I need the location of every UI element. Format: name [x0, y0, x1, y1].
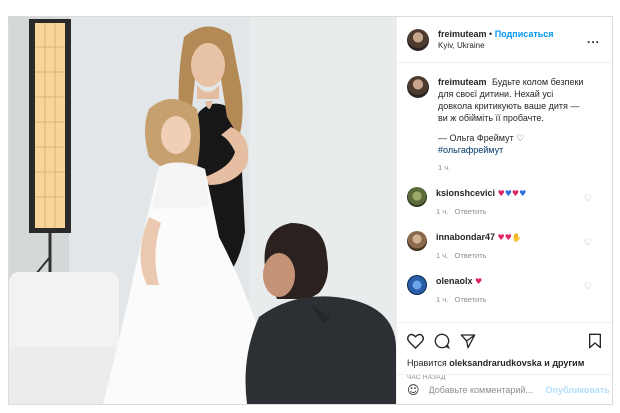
comment-like-heart-icon[interactable]: ♡: [584, 237, 592, 248]
likes-prefix: Нравится: [407, 358, 447, 368]
heart-red-icon: ♥: [497, 189, 505, 198]
bookmark-icon[interactable]: [588, 333, 602, 349]
commenter-avatar[interactable]: [407, 187, 427, 207]
heart-blue-icon: ♥: [519, 189, 527, 198]
separator-dot: •: [489, 28, 493, 39]
comment-time[interactable]: 1 ч.: [436, 295, 448, 304]
post-side-panel: freimuteam • Подписаться Kyiv, Ukraine .…: [396, 17, 612, 404]
commenter-avatar[interactable]: [407, 275, 427, 295]
add-comment-bar: ☺ Опубликовать: [397, 374, 612, 404]
comment-input[interactable]: [428, 384, 546, 395]
comment-meta: 1 ч. Ответить: [436, 206, 526, 218]
comment-item: olenaolx ♥ 1 ч. Ответить ♡: [407, 275, 602, 306]
follow-button[interactable]: Подписаться: [495, 29, 554, 39]
comment-username[interactable]: ksionshcevici: [436, 188, 495, 198]
author-avatar[interactable]: [407, 28, 429, 51]
photo-illustration: [9, 17, 396, 404]
heart-red-icon: ♥: [504, 233, 512, 242]
caption: freimuteam Будьте колом безпеки для своє…: [407, 76, 602, 174]
heart-outline-icon[interactable]: [407, 333, 424, 349]
raised-hands-icon: ✋: [511, 233, 522, 242]
header-text: freimuteam • Подписаться Kyiv, Ukraine: [438, 28, 554, 52]
heart-red-icon: ♥: [511, 189, 520, 198]
comment-item: innabondar47 ♥♥✋ 1 ч. Ответить ♡: [407, 231, 602, 262]
caption-hashtag[interactable]: #ольгафреймут: [438, 144, 588, 156]
caption-username[interactable]: freimuteam: [438, 77, 487, 87]
reply-button[interactable]: Ответить: [455, 207, 487, 216]
comment-username[interactable]: olenaolx: [436, 276, 473, 286]
comment-time[interactable]: 1 ч.: [436, 207, 448, 216]
comment-body: ksionshcevici ♥♥♥♥ 1 ч. Ответить: [436, 187, 526, 218]
comment-like-heart-icon[interactable]: ♡: [584, 193, 592, 204]
post-actions: Нравится oleksandrarudkovska и другим ЧА…: [397, 322, 612, 381]
caption-time[interactable]: 1 ч.: [438, 162, 588, 174]
publish-button[interactable]: Опубликовать: [546, 385, 610, 395]
likes-user[interactable]: oleksandrarudkovska: [449, 358, 542, 368]
comments-area[interactable]: freimuteam Будьте колом безпеки для своє…: [397, 64, 612, 322]
comment-emoji: ♥♥♥♥: [498, 189, 527, 198]
reply-button[interactable]: Ответить: [455, 251, 487, 260]
heart-blue-icon: ♥: [504, 189, 512, 198]
comment-emoji: ♥♥✋: [498, 233, 522, 242]
likes-suffix[interactable]: и другим: [544, 358, 584, 368]
comment-icon[interactable]: [434, 333, 450, 349]
likes-line: Нравится oleksandrarudkovska и другим: [407, 357, 602, 369]
caption-signature: — Ольга Фреймут ♡: [438, 133, 525, 143]
action-icon-row: [407, 331, 602, 351]
location-link[interactable]: Kyiv, Ukraine: [438, 40, 554, 52]
comment-body: innabondar47 ♥♥✋ 1 ч. Ответить: [436, 231, 522, 262]
comment-item: ksionshcevici ♥♥♥♥ 1 ч. Ответить ♡: [407, 187, 602, 218]
comment-like-heart-icon[interactable]: ♡: [584, 281, 592, 292]
comment-username[interactable]: innabondar47: [436, 232, 495, 242]
heart-red-icon: ♥: [475, 277, 483, 286]
caption-body: freimuteam Будьте колом безпеки для своє…: [438, 76, 588, 174]
author-username[interactable]: freimuteam: [438, 29, 487, 39]
share-icon[interactable]: [460, 333, 476, 349]
post-photo[interactable]: [9, 17, 396, 404]
comment-body: olenaolx ♥ 1 ч. Ответить: [436, 275, 487, 306]
post-header: freimuteam • Подписаться Kyiv, Ukraine .…: [397, 17, 612, 63]
post-card: freimuteam • Подписаться Kyiv, Ukraine .…: [8, 16, 613, 405]
comment-time[interactable]: 1 ч.: [436, 251, 448, 260]
comment-emoji: ♥: [475, 277, 482, 286]
more-icon[interactable]: ...: [587, 32, 600, 46]
comment-meta: 1 ч. Ответить: [436, 294, 487, 306]
caption-avatar[interactable]: [407, 76, 429, 98]
commenter-avatar[interactable]: [407, 231, 427, 251]
heart-red-icon: ♥: [497, 233, 505, 242]
reply-button[interactable]: Ответить: [455, 295, 487, 304]
comment-meta: 1 ч. Ответить: [436, 250, 522, 262]
smile-icon[interactable]: ☺: [407, 383, 420, 397]
